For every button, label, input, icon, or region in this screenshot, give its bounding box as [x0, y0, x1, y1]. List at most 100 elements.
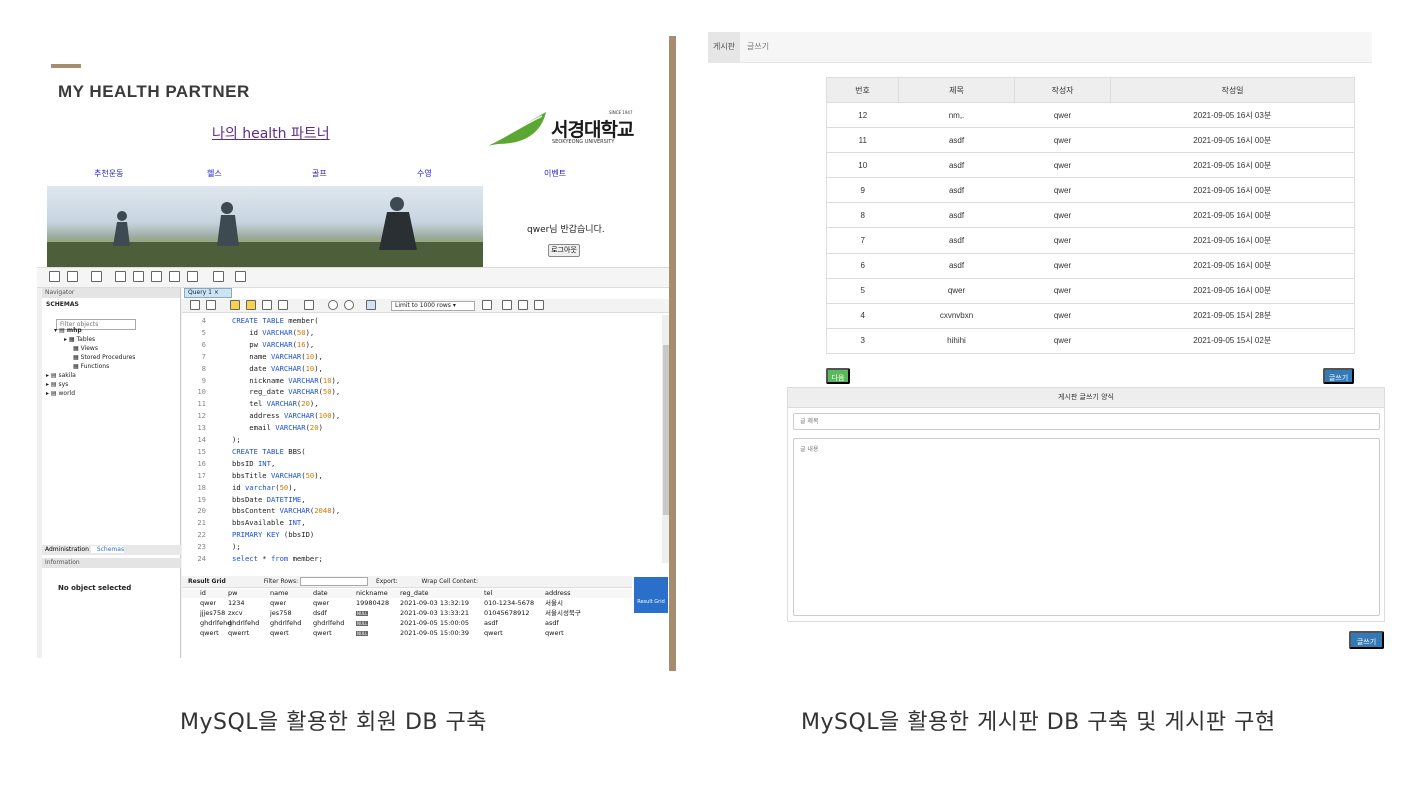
workbench-toolbar	[37, 268, 670, 288]
result-grid-label: Result Grid	[188, 578, 226, 585]
result-column-header[interactable]: address	[545, 589, 571, 598]
post-content-textarea[interactable]	[793, 438, 1380, 616]
post-title[interactable]: cxvnvbxn	[898, 302, 1015, 329]
tree-functions[interactable]: ▦ Functions	[73, 362, 109, 371]
code-line: email VARCHAR(20)	[232, 423, 323, 433]
toggle-error-icon[interactable]	[304, 300, 314, 310]
code-line: pw VARCHAR(16),	[232, 339, 315, 349]
post-author: qwer	[1014, 227, 1111, 254]
schema-sys[interactable]: ▸ ▤ sys	[46, 380, 68, 389]
save-icon[interactable]	[206, 300, 216, 310]
result-cell: qwert	[270, 629, 289, 637]
nav-health[interactable]: 헬스	[207, 168, 222, 179]
result-cell: 서울시	[545, 599, 563, 607]
post-title[interactable]: asdf	[898, 227, 1015, 254]
create-procedure-icon[interactable]	[169, 271, 180, 282]
tree-tables[interactable]: ▸ ▦ Tables	[64, 335, 95, 344]
result-row[interactable]: qwer 1234 qwer qwer 19980428 2021-09-03 13:32…	[182, 599, 632, 608]
null-tag: NULL	[356, 629, 369, 638]
next-page-button[interactable]: 다음	[826, 368, 850, 384]
site-title-link[interactable]: 나의 health 파트너	[212, 123, 330, 143]
invisible-chars-icon[interactable]	[518, 300, 528, 310]
result-row[interactable]: qwert qwerrt qwert qwert NULL 2021-09-05 15:0…	[182, 629, 632, 638]
nav-swimming[interactable]: 수영	[417, 168, 432, 179]
beautify-icon[interactable]	[482, 300, 492, 310]
logout-button[interactable]: 로그아웃	[548, 244, 580, 257]
result-column-header[interactable]: reg_date	[400, 589, 429, 598]
post-number: 3	[826, 327, 899, 354]
post-title[interactable]: asdf	[898, 252, 1015, 279]
board-row[interactable]: 10 asdf qwer 2021-09-05 16시 00분	[826, 152, 1355, 178]
result-row[interactable]: jjjes758 zxcv jes758 dsdf NULL 2021-09-03 13:…	[182, 609, 632, 618]
board-row[interactable]: 3 hihihi qwer 2021-09-05 15시 02분	[826, 327, 1355, 354]
post-title[interactable]: asdf	[898, 152, 1015, 178]
line-number: 19	[197, 494, 206, 504]
post-title[interactable]: hihihi	[898, 327, 1015, 354]
result-column-header[interactable]: tel	[484, 589, 492, 598]
limit-rows-select[interactable]: Limit to 1000 rows ▾	[391, 301, 475, 311]
schema-mhp[interactable]: ▾ ▤ mhp	[54, 326, 82, 335]
wrap-lines-icon[interactable]	[534, 300, 544, 310]
board-row[interactable]: 9 asdf qwer 2021-09-05 16시 00분	[826, 177, 1355, 203]
board-row[interactable]: 12 nm,. qwer 2021-09-05 16시 03분	[826, 101, 1355, 128]
board-row[interactable]: 11 asdf qwer 2021-09-05 16시 00분	[826, 127, 1355, 153]
board-row[interactable]: 8 asdf qwer 2021-09-05 16시 00분	[826, 202, 1355, 228]
rollback-icon[interactable]	[344, 300, 354, 310]
open-sql-icon[interactable]	[67, 271, 78, 282]
vertical-divider	[669, 36, 676, 671]
tab-administration[interactable]: Administration	[42, 546, 89, 553]
null-tag: NULL	[356, 619, 369, 628]
post-title[interactable]: qwer	[898, 277, 1015, 304]
inspector-icon[interactable]	[91, 271, 102, 282]
result-column-header[interactable]: date	[313, 589, 328, 598]
filter-rows-input[interactable]	[300, 577, 369, 586]
nav-golf[interactable]: 골프	[312, 168, 327, 179]
post-title[interactable]: asdf	[898, 177, 1015, 203]
tree-stored-procedures[interactable]: ▦ Stored Procedures	[73, 353, 135, 362]
autocommit-icon[interactable]	[366, 300, 376, 310]
find-icon[interactable]	[502, 300, 512, 310]
create-table-icon[interactable]	[133, 271, 144, 282]
create-function-icon[interactable]	[187, 271, 198, 282]
hero-image-runners	[47, 186, 483, 267]
tab-schemas[interactable]: Schemas	[90, 546, 125, 553]
nav-event[interactable]: 이벤트	[544, 168, 566, 179]
commit-icon[interactable]	[328, 300, 338, 310]
execute-icon[interactable]	[230, 300, 240, 310]
create-schema-icon[interactable]	[115, 271, 126, 282]
result-column-header[interactable]: nickname	[356, 589, 388, 598]
write-button[interactable]: 글쓰기	[1323, 368, 1354, 384]
search-table-icon[interactable]	[213, 271, 224, 282]
new-sql-tab-icon[interactable]	[49, 271, 60, 282]
post-title[interactable]: nm,.	[898, 101, 1015, 128]
post-title-input[interactable]	[793, 413, 1380, 430]
explain-icon[interactable]	[262, 300, 272, 310]
tab-write[interactable]: 글쓰기	[747, 32, 769, 61]
tree-views[interactable]: ▦ Views	[73, 344, 98, 353]
stop-icon[interactable]	[278, 300, 288, 310]
result-grid-side-button[interactable]: Result Grid	[634, 577, 668, 613]
schema-sakila[interactable]: ▸ ▤ sakila	[46, 371, 76, 380]
board-row[interactable]: 5 qwer qwer 2021-09-05 16시 00분	[826, 277, 1355, 304]
tab-query-1[interactable]: Query 1 ×	[184, 288, 232, 298]
tab-board[interactable]: 게시판	[708, 32, 740, 63]
submit-post-button[interactable]: 글쓰기	[1349, 631, 1384, 649]
result-column-header[interactable]: pw	[228, 589, 237, 598]
reconnect-icon[interactable]	[235, 271, 246, 282]
create-view-icon[interactable]	[151, 271, 162, 282]
code-line: nickname VARCHAR(10),	[232, 375, 341, 385]
post-title[interactable]: asdf	[898, 202, 1015, 228]
board-row[interactable]: 7 asdf qwer 2021-09-05 16시 00분	[826, 227, 1355, 254]
post-title[interactable]: asdf	[898, 127, 1015, 153]
result-column-header[interactable]: id	[200, 589, 206, 598]
sql-code-editor[interactable]: 4 CREATE TABLE member(5 id VARCHAR(50), 6 …	[182, 315, 660, 563]
result-row[interactable]: ghdrlfehd ghdrlfehd ghdrlfehd ghdrlfehd NULL…	[182, 619, 632, 628]
open-file-icon[interactable]	[190, 300, 200, 310]
board-row[interactable]: 6 asdf qwer 2021-09-05 16시 00분	[826, 252, 1355, 279]
result-column-header[interactable]: name	[270, 589, 288, 598]
schema-world[interactable]: ▸ ▤ world	[46, 389, 75, 398]
execute-current-icon[interactable]	[246, 300, 256, 310]
result-cell: zxcv	[228, 609, 243, 617]
board-row[interactable]: 4 cxvnvbxn qwer 2021-09-05 15시 28분	[826, 302, 1355, 329]
nav-recommended-exercise[interactable]: 추천운동	[94, 168, 123, 179]
